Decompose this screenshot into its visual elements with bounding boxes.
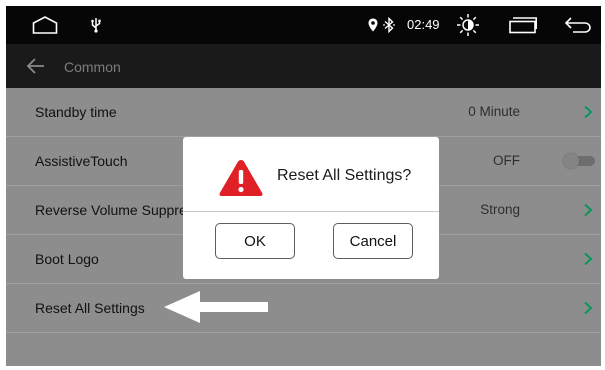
- settings-row-standby-time[interactable]: Standby time 0 Minute: [6, 88, 601, 137]
- back-icon[interactable]: [562, 6, 594, 44]
- dialog-divider: [183, 211, 439, 212]
- recent-apps-icon[interactable]: [506, 6, 540, 44]
- toggle-knob: [563, 153, 579, 169]
- reset-confirm-dialog: Reset All Settings? OK Cancel: [183, 137, 439, 279]
- chevron-right-icon: [584, 105, 593, 119]
- settings-item-label: AssistiveTouch: [35, 153, 128, 169]
- chevron-right-icon: [584, 252, 593, 266]
- title-bar: Common: [6, 44, 601, 88]
- arrow-left-icon[interactable]: [26, 56, 46, 76]
- chevron-right-icon: [584, 203, 593, 217]
- status-bar: 02:49: [6, 6, 601, 44]
- device-screen: 02:49 Common Standby time 0 Minute Assis…: [6, 6, 601, 366]
- settings-item-value: 0 Minute: [468, 104, 520, 119]
- usb-icon: [86, 6, 106, 44]
- settings-item-value: OFF: [493, 153, 520, 168]
- pointer-arrow-icon: [164, 291, 268, 323]
- bluetooth-icon: [381, 6, 397, 44]
- settings-item-label: Boot Logo: [35, 251, 99, 267]
- brightness-icon[interactable]: [454, 6, 482, 44]
- settings-item-label: Standby time: [35, 104, 117, 120]
- dialog-title: Reset All Settings?: [277, 167, 412, 184]
- warning-icon: [219, 160, 263, 196]
- cancel-button[interactable]: Cancel: [333, 223, 413, 259]
- page-title: Common: [64, 59, 121, 75]
- location-icon: [366, 6, 380, 44]
- clock-time: 02:49: [407, 17, 440, 32]
- settings-row-reset-all[interactable]: Reset All Settings: [6, 284, 601, 333]
- assistivetouch-toggle[interactable]: [563, 153, 595, 169]
- home-outline-icon[interactable]: [30, 6, 60, 44]
- settings-item-label: Reset All Settings: [35, 300, 145, 316]
- ok-button[interactable]: OK: [215, 223, 295, 259]
- settings-item-value: Strong: [480, 202, 520, 217]
- chevron-right-icon: [584, 301, 593, 315]
- settings-item-label: Reverse Volume Suppre: [35, 202, 187, 218]
